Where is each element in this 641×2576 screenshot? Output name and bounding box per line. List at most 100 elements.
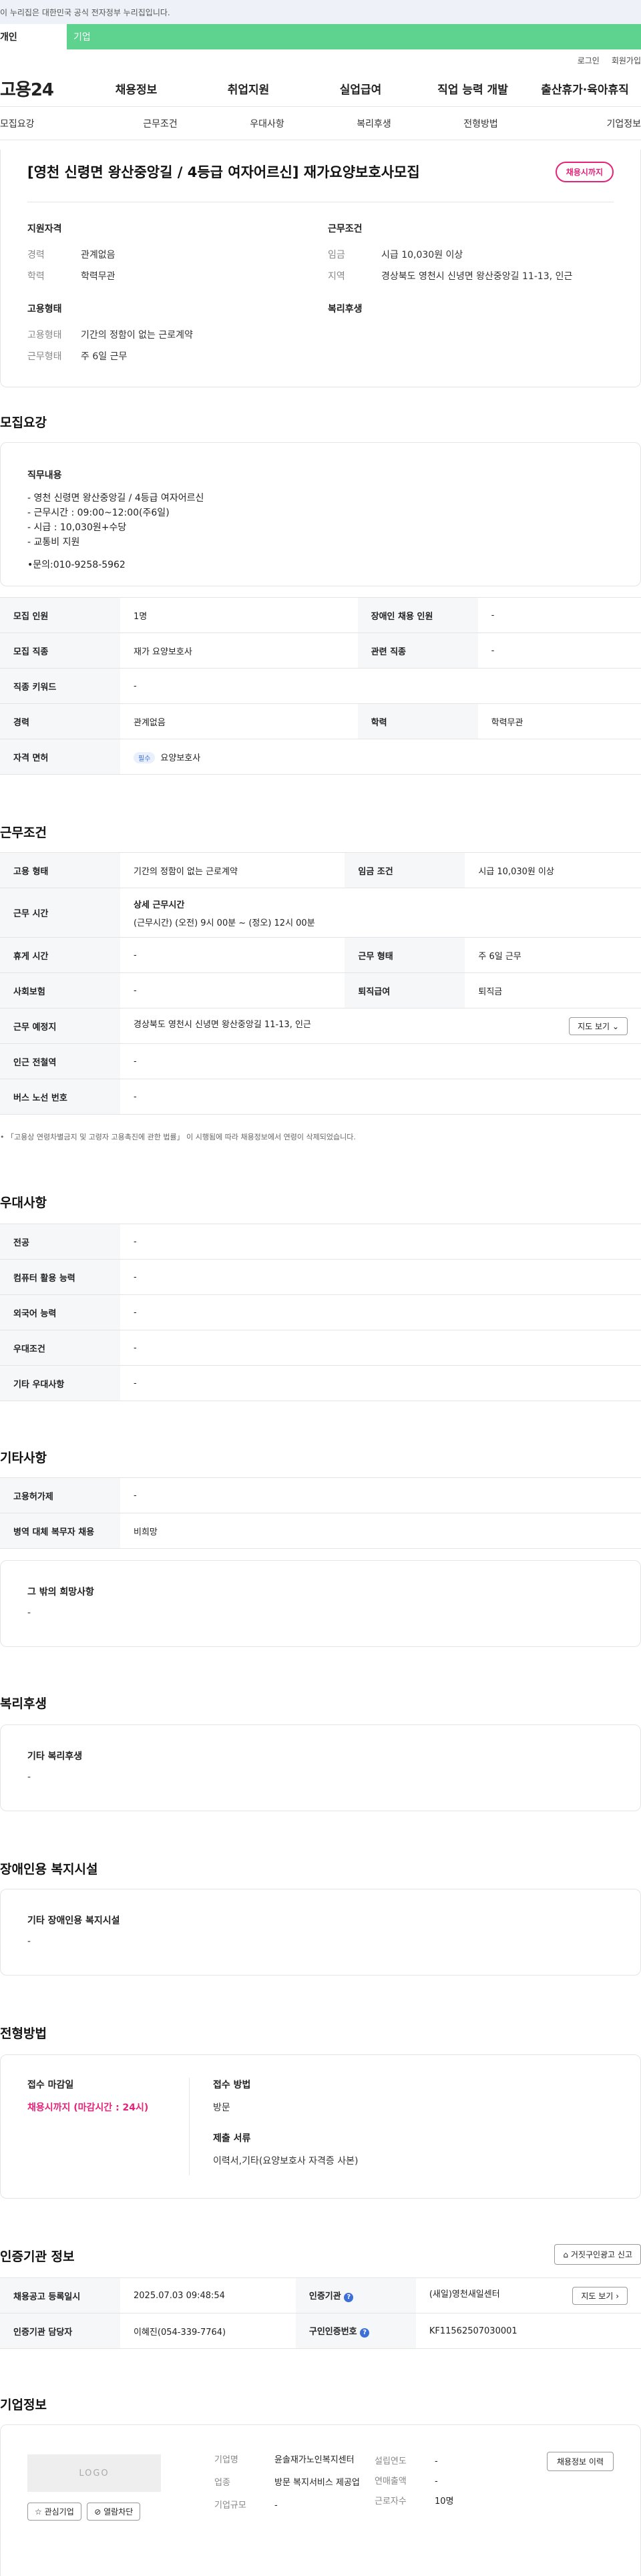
info-icon[interactable]: ?: [344, 2293, 354, 2302]
table-row: 모집 직종 재가 요양보호사 관련 직종 -: [0, 632, 641, 669]
map-button-label: 지도 보기: [578, 1021, 610, 1031]
table-row: 버스 노선 번호 -: [0, 1079, 641, 1115]
global-nav: 고용24 채용정보 취업지원 실업급여 직업 능력 개발 출산휴가·육아휴직: [0, 71, 641, 107]
table-row: 우대조건 -: [0, 1330, 641, 1366]
org-value: (새일)영천새일센터: [429, 2289, 500, 2299]
pref-value: -: [120, 1365, 641, 1401]
reg-label: 채용공고 등록일시: [0, 2277, 120, 2314]
job-description-card: 직무내용 - 영천 신령면 왕산중앙길 / 4등급 여자어르신 - 근무시간 :…: [0, 442, 641, 586]
emp-value: 10명: [435, 2497, 454, 2507]
welfare-value: -: [27, 1772, 31, 1783]
table-row: 인근 전철역 -: [0, 1043, 641, 1079]
chevron-right-icon: ›: [616, 2291, 619, 2301]
section-title-welfare: 복리후생: [0, 1696, 47, 1711]
biz-label: 업종: [214, 2478, 230, 2488]
gnb-jobs[interactable]: 채용정보: [80, 80, 192, 97]
lnb-recruit[interactable]: 모집요강: [0, 117, 107, 130]
welfare-heading: 기타 복리후생: [27, 1751, 83, 1762]
company-logo-block: LOGO ☆ 관심기업 ⊘ 열람차단: [27, 2454, 161, 2521]
worktype-label: 근무형태: [27, 351, 62, 362]
lnb-company[interactable]: 기업정보: [534, 117, 641, 130]
emp-label: 근로자수: [375, 2497, 407, 2507]
lnb-welfare[interactable]: 복리후생: [320, 117, 427, 130]
deadline-label: 접수 마감일: [27, 2080, 74, 2090]
login-link[interactable]: 로그인: [578, 55, 600, 66]
work-table: 고용 형태 기간의 정함이 없는 근로계약 임금 조건 시급 10,030원 이…: [0, 852, 641, 1115]
wage-label: 임금: [328, 250, 345, 260]
org-map-button[interactable]: 지도 보기 ›: [572, 2286, 628, 2305]
time-label: 근무 시간: [0, 888, 120, 938]
disab-value: -: [27, 1936, 31, 1947]
table-row: 인증기관 담당자 이혜진(054-339-7764) 구인인증번호 ? KF11…: [0, 2313, 641, 2349]
lnb-pref[interactable]: 우대사항: [214, 117, 320, 130]
region-label: 지역: [328, 271, 345, 282]
map-button[interactable]: 지도 보기 ⌄: [569, 1017, 628, 1035]
block-button[interactable]: ⊘ 열람차단: [87, 2503, 141, 2521]
disabled-value: -: [477, 597, 641, 633]
region-value: 경상북도 영천시 신녕면 왕산중앙길 11-13, 인근: [381, 271, 573, 282]
desc-line: - 교통비 지원: [27, 537, 80, 548]
desc-line: •문의:010-9258-5962: [27, 560, 126, 570]
insure-label: 사회보험: [0, 972, 120, 1008]
disab-card: 기타 장애인용 복지시설 -: [0, 1889, 641, 1976]
job-label: 모집 직종: [0, 632, 120, 669]
company-logo: LOGO: [27, 2454, 161, 2492]
lnb-work[interactable]: 근무조건: [107, 117, 214, 130]
sales-label: 연매출액: [375, 2476, 407, 2487]
disab-heading: 기타 장애인용 복지시설: [27, 1915, 120, 1926]
pref-label: 기타 우대사항: [0, 1365, 120, 1401]
gnb-leave[interactable]: 출산휴가·육아휴직: [529, 80, 641, 97]
section-title-etc: 기타사항: [0, 1451, 47, 1465]
util-bar: 로그인 회원가입: [0, 49, 641, 71]
required-badge: 필수: [134, 751, 156, 763]
table-row: 외국어 능력 -: [0, 1294, 641, 1330]
docs-value: 이력서,기타(요양보호사 자격증 사본): [213, 2156, 359, 2167]
pref-label: 전공: [0, 1224, 120, 1260]
edu-label: 학력: [27, 271, 45, 282]
keyword-value: -: [120, 668, 641, 704]
gnb-training[interactable]: 직업 능력 개발: [417, 80, 529, 97]
info-icon[interactable]: ?: [360, 2328, 370, 2338]
license-cell: 필수 요양보호사: [120, 739, 641, 775]
star-icon: ☆: [35, 2507, 42, 2517]
gnb-unemployment-benefit[interactable]: 실업급여: [304, 80, 417, 97]
chevron-down-icon: ⌄: [612, 1021, 619, 1031]
history-button[interactable]: 채용정보 이력: [546, 2452, 614, 2471]
favorite-button[interactable]: ☆ 관심기업: [27, 2503, 81, 2521]
retire-value: 퇴직금: [465, 972, 641, 1008]
gnb-employment-support[interactable]: 취업지원: [192, 80, 304, 97]
select-card: 접수 마감일 채용시까지 (마감시간 : 24시) 접수 방법 방문 제출 서류…: [0, 2054, 641, 2199]
table-row: 컴퓨터 활용 능력 -: [0, 1259, 641, 1295]
tab-person[interactable]: 개인: [0, 24, 67, 49]
time-value: (근무시간) (오전) 9시 00분 ~ (정오) 12시 00분: [134, 918, 315, 928]
edu-label: 학력: [357, 703, 478, 739]
report-button-label: 거짓구인광고 신고: [570, 2250, 632, 2259]
bus-label: 버스 노선 번호: [0, 1079, 120, 1115]
member-tabs: 개인 기업: [0, 24, 641, 49]
status-badge: 채용시까지: [555, 162, 614, 182]
edu-value: 학력무관: [477, 703, 641, 739]
table-row: 기타 우대사항 -: [0, 1365, 641, 1401]
site-logo[interactable]: 고용24: [0, 76, 80, 101]
worktype-value: 주 6일 근무: [81, 351, 128, 362]
table-row: 고용허가제 -: [0, 1477, 641, 1513]
method-label: 접수 방법: [213, 2080, 251, 2090]
lnb-select[interactable]: 전형방법: [427, 117, 534, 130]
section-title-pref: 우대사항: [0, 1195, 47, 1210]
company-card: LOGO ☆ 관심기업 ⊘ 열람차단 기업명 윤솔재가노인복지센터 업종 방문 복지…: [0, 2424, 641, 2576]
summary-card: [영천 신령면 왕산중앙길 / 4등급 여자어르신] 재가요양보호사모집 채용시…: [0, 150, 641, 387]
tab-company[interactable]: 기업: [67, 24, 641, 49]
size-value: -: [274, 2501, 278, 2511]
report-button[interactable]: ⌂ 거짓구인광고 신고: [554, 2244, 641, 2265]
pref-value: -: [120, 1330, 641, 1366]
welfare-card: 기타 복리후생 -: [0, 1724, 641, 1811]
job-value: 재가 요양보호사: [120, 632, 358, 669]
related-label: 관련 직종: [357, 632, 478, 669]
career-value: 관계없음: [81, 250, 116, 260]
mgr-value: 이혜진(054-339-7764): [120, 2313, 296, 2349]
place-value: 경상북도 영천시 신녕면 왕산중앙길 11-13, 인근: [134, 1019, 311, 1030]
block-icon: ⊘: [94, 2507, 101, 2517]
join-link[interactable]: 회원가입: [612, 55, 641, 66]
year-value: -: [435, 2456, 438, 2466]
qual-heading: 지원자격: [27, 224, 62, 234]
